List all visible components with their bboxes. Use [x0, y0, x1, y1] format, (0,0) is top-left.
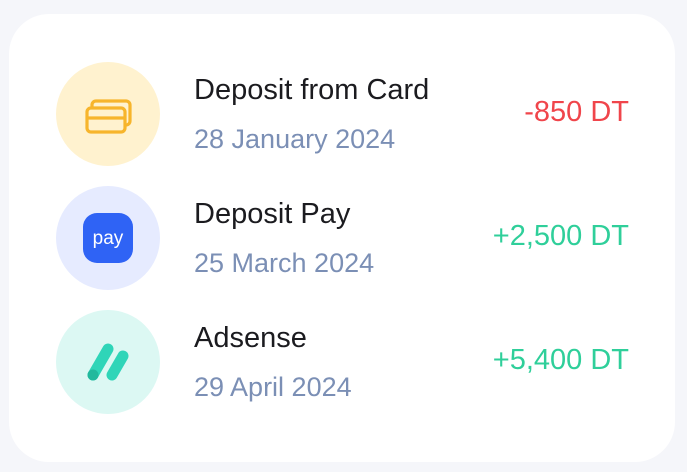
transaction-date: 28 January 2024 [194, 124, 396, 154]
samsung-pay-icon: pay [56, 186, 160, 290]
transaction-amount: +2,500 DT [492, 220, 629, 252]
transaction-title: Deposit from Card [194, 74, 430, 106]
adsense-icon [56, 310, 160, 414]
transaction-title: Adsense [194, 322, 307, 354]
transaction-row[interactable]: Adsense 29 April 2024 +5,400 DT [9, 310, 675, 420]
transaction-amount: -850 DT [524, 96, 629, 128]
samsung-pay-icon-label: pay [93, 228, 124, 249]
transactions-card: Deposit from Card 28 January 2024 -850 D… [9, 14, 675, 462]
card-icon-graphic [85, 99, 132, 134]
samsung-pay-icon-graphic: pay [83, 213, 133, 263]
card-icon [56, 62, 160, 166]
transaction-date: 29 April 2024 [194, 372, 352, 402]
transaction-row[interactable]: pay Deposit Pay 25 March 2024 +2,500 DT [9, 186, 675, 296]
transaction-title: Deposit Pay [194, 198, 351, 230]
transaction-row[interactable]: Deposit from Card 28 January 2024 -850 D… [9, 62, 675, 172]
transaction-amount: +5,400 DT [492, 344, 629, 376]
adsense-icon-graphic [87, 343, 129, 381]
transaction-date: 25 March 2024 [194, 248, 375, 278]
